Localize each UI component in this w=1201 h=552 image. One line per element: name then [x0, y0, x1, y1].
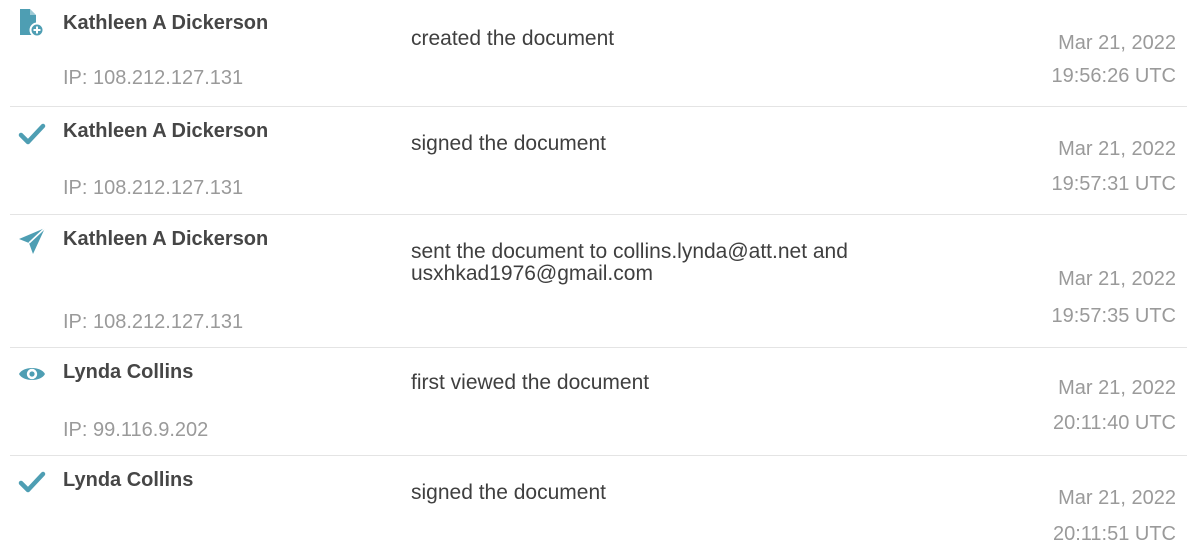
event-date: Mar 21, 2022 — [1058, 138, 1176, 160]
audit-trail: Kathleen A Dickerson IP: 108.212.127.131… — [0, 0, 1201, 552]
event-action: created the document — [411, 27, 615, 50]
checkmark-icon — [16, 466, 48, 498]
eye-icon — [16, 358, 48, 390]
event-date: Mar 21, 2022 — [1058, 487, 1176, 509]
actor-name: Lynda Collins — [63, 469, 194, 491]
ip-address: IP: 108.212.127.131 — [63, 311, 244, 333]
event-row: Kathleen A Dickerson IP: 108.212.127.131… — [0, 0, 1201, 106]
actor-name: Kathleen A Dickerson — [63, 12, 269, 34]
event-time: 20:11:51 UTC — [1052, 523, 1176, 545]
ip-address: IP: 108.212.127.131 — [63, 177, 244, 199]
actor-name: Kathleen A Dickerson — [63, 120, 269, 142]
paper-plane-icon — [16, 225, 48, 257]
event-row: Kathleen A Dickerson IP: 108.212.127.131… — [0, 107, 1201, 214]
event-date: Mar 21, 2022 — [1058, 377, 1176, 399]
event-date: Mar 21, 2022 — [1058, 32, 1176, 54]
event-row: Lynda Collins signed the document Mar 21… — [0, 456, 1201, 552]
document-add-icon — [16, 7, 48, 39]
event-time: 19:57:31 UTC — [1051, 173, 1176, 195]
ip-address: IP: 108.212.127.131 — [63, 67, 244, 89]
event-action: signed the document — [411, 132, 606, 155]
event-date: Mar 21, 2022 — [1058, 268, 1176, 290]
event-time: 19:57:35 UTC — [1051, 305, 1176, 327]
event-row: Lynda Collins IP: 99.116.9.202 first vie… — [0, 348, 1201, 455]
event-action: first viewed the document — [411, 371, 650, 394]
event-action: signed the document — [411, 481, 606, 504]
event-time: 20:11:40 UTC — [1052, 412, 1176, 434]
checkmark-icon — [16, 118, 48, 150]
event-action: sent the document to collins.lynda@att.n… — [411, 240, 848, 285]
event-time: 19:56:26 UTC — [1051, 65, 1176, 87]
ip-address: IP: 99.116.9.202 — [63, 419, 209, 441]
actor-name: Kathleen A Dickerson — [63, 228, 269, 250]
actor-name: Lynda Collins — [63, 361, 194, 383]
event-row: Kathleen A Dickerson IP: 108.212.127.131… — [0, 215, 1201, 347]
